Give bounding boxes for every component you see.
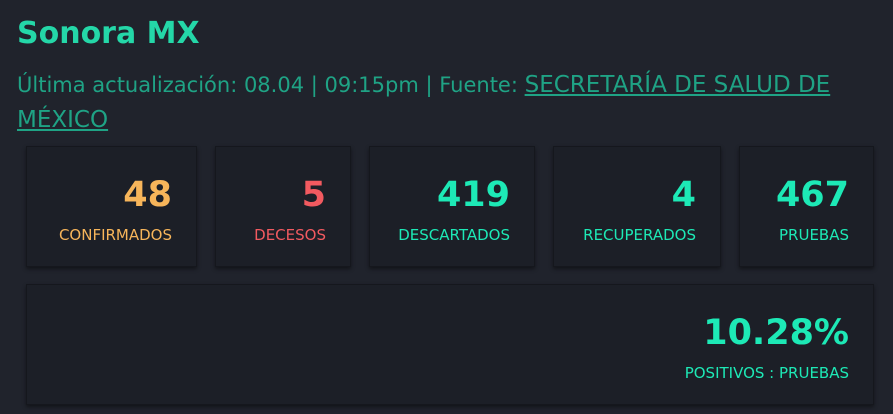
- stat-label: PRUEBAS: [779, 226, 849, 244]
- stat-card-pruebas: 467 PRUEBAS: [739, 146, 874, 267]
- stat-label: DECESOS: [254, 226, 326, 244]
- stat-label: DESCARTADOS: [398, 226, 510, 244]
- page-title: Sonora MX: [17, 16, 200, 51]
- stat-card-confirmados: 48 CONFIRMADOS: [26, 146, 197, 267]
- update-text: Última actualización: 08.04 | 09:15pm | …: [17, 73, 525, 97]
- stat-value: 4: [671, 175, 696, 215]
- stat-label: CONFIRMADOS: [58, 226, 172, 244]
- positivity-card: 10.28% POSITIVOS : PRUEBAS: [26, 284, 874, 405]
- positivity-value: 10.28%: [703, 313, 849, 353]
- stat-value: 467: [775, 175, 849, 215]
- update-info: Última actualización: 08.04 | 09:15pm | …: [17, 68, 857, 138]
- page: Sonora MX Última actualización: 08.04 | …: [0, 0, 893, 414]
- stat-card-recuperados: 4 RECUPERADOS: [553, 146, 721, 267]
- stat-value: 48: [123, 175, 172, 215]
- stat-value: 5: [301, 175, 326, 215]
- stat-card-descartados: 419 DESCARTADOS: [369, 146, 535, 267]
- stat-card-decesos: 5 DECESOS: [215, 146, 351, 267]
- positivity-label: POSITIVOS : PRUEBAS: [684, 364, 849, 382]
- stat-label: RECUPERADOS: [583, 226, 696, 244]
- stat-value: 419: [436, 175, 510, 215]
